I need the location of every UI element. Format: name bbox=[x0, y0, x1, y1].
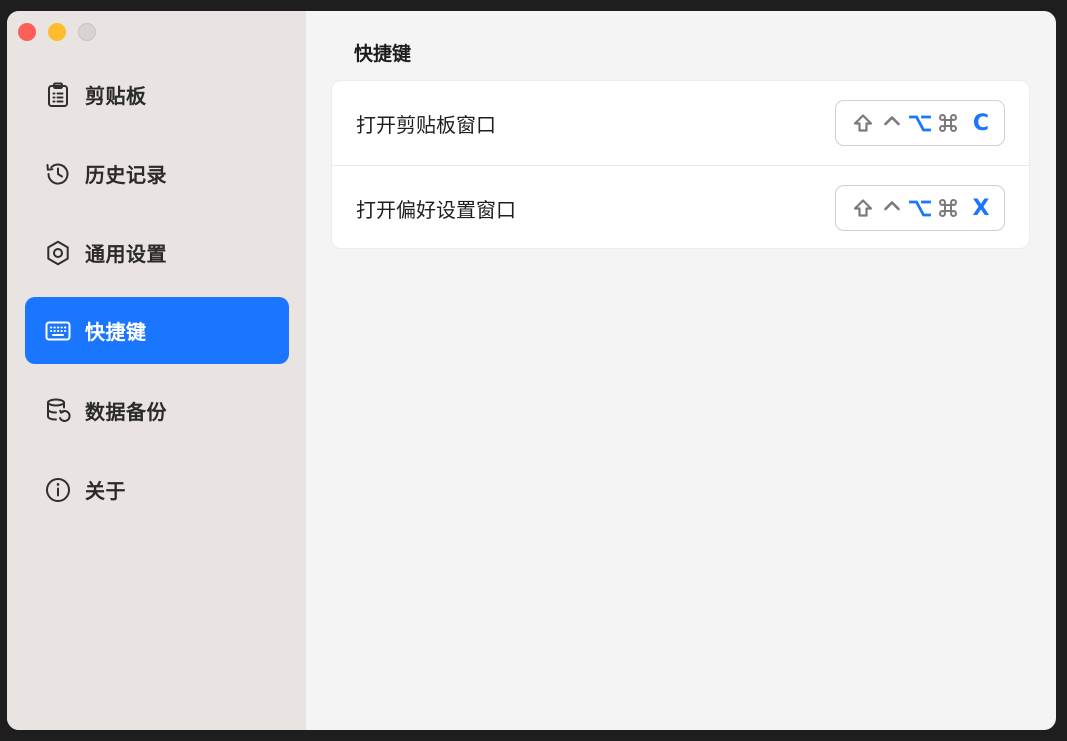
option-key-icon bbox=[906, 113, 934, 133]
sidebar-item-general-settings[interactable]: 通用设置 bbox=[25, 219, 289, 286]
backup-icon bbox=[44, 397, 72, 425]
shortcut-row: 打开偏好设置窗口 X bbox=[332, 166, 1029, 250]
sidebar-item-history[interactable]: 历史记录 bbox=[25, 140, 289, 207]
shortcut-recorder-button[interactable]: X bbox=[835, 185, 1005, 231]
keyboard-icon bbox=[44, 317, 72, 345]
sidebar-item-label: 剪贴板 bbox=[85, 84, 147, 108]
window-controls bbox=[18, 23, 96, 41]
app-window: 剪贴板 历史记录 通用设置 快捷键 数据备份 关于 快捷键 打开剪贴板窗口 C … bbox=[7, 11, 1056, 730]
history-icon bbox=[44, 160, 72, 188]
sidebar-item-label: 数据备份 bbox=[85, 400, 167, 424]
clipboard-icon bbox=[44, 81, 72, 109]
shortcut-recorder-button[interactable]: C bbox=[835, 100, 1005, 146]
sidebar-item-about[interactable]: 关于 bbox=[25, 456, 289, 523]
shortcut-key: X bbox=[972, 195, 990, 221]
control-key-icon bbox=[878, 198, 906, 218]
page-title: 快捷键 bbox=[354, 43, 412, 65]
sidebar-item-shortcuts[interactable]: 快捷键 bbox=[25, 297, 289, 364]
content-area: 快捷键 打开剪贴板窗口 C 打开偏好设置窗口 X bbox=[306, 11, 1056, 730]
close-window-button[interactable] bbox=[18, 23, 36, 41]
control-key-icon bbox=[878, 113, 906, 133]
shortcut-row: 打开剪贴板窗口 C bbox=[332, 81, 1029, 166]
sidebar-item-label: 快捷键 bbox=[85, 320, 147, 344]
shortcut-label: 打开剪贴板窗口 bbox=[356, 112, 496, 137]
sidebar-item-backup[interactable]: 数据备份 bbox=[25, 377, 289, 444]
sidebar: 剪贴板 历史记录 通用设置 快捷键 数据备份 关于 bbox=[7, 11, 306, 730]
maximize-window-button[interactable] bbox=[78, 23, 96, 41]
shift-key-icon bbox=[851, 198, 875, 218]
shortcut-label: 打开偏好设置窗口 bbox=[356, 197, 516, 222]
settings-icon bbox=[44, 239, 72, 267]
sidebar-item-clipboard[interactable]: 剪贴板 bbox=[25, 61, 289, 128]
minimize-window-button[interactable] bbox=[48, 23, 66, 41]
sidebar-item-label: 关于 bbox=[85, 479, 126, 503]
info-icon bbox=[44, 476, 72, 504]
sidebar-item-label: 通用设置 bbox=[85, 242, 167, 266]
option-key-icon bbox=[906, 198, 934, 218]
command-key-icon bbox=[934, 113, 962, 133]
shortcut-key: C bbox=[972, 110, 990, 136]
shift-key-icon bbox=[851, 113, 875, 133]
shortcuts-panel: 打开剪贴板窗口 C 打开偏好设置窗口 X bbox=[331, 80, 1030, 249]
sidebar-item-label: 历史记录 bbox=[85, 163, 167, 187]
command-key-icon bbox=[934, 198, 962, 218]
